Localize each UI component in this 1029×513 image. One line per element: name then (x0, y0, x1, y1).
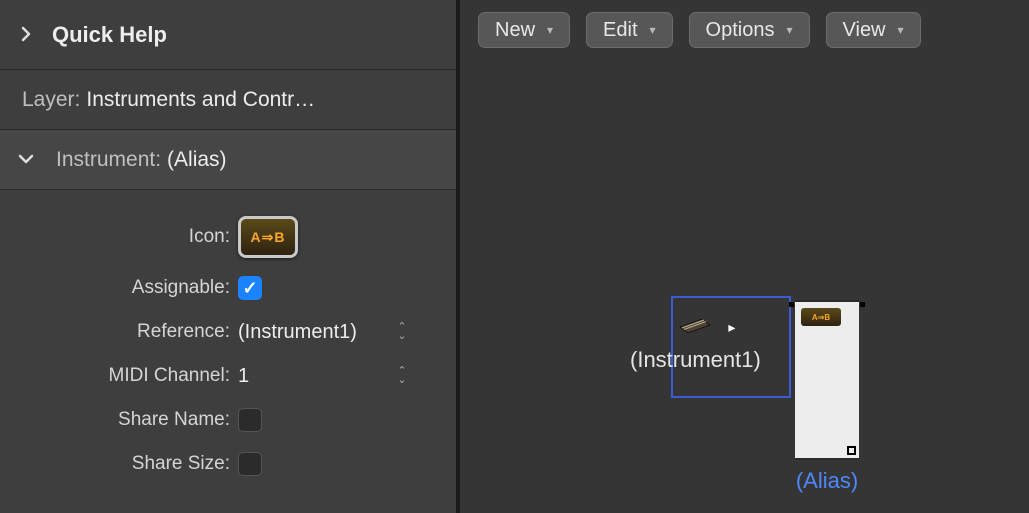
assignable-checkbox[interactable]: ✓ (238, 276, 262, 300)
quick-help-title: Quick Help (52, 22, 167, 48)
toolbar: New ▾ Edit ▾ Options ▾ View ▾ (460, 0, 1029, 60)
node-label: (Alias) (795, 468, 859, 494)
quick-help-header[interactable]: Quick Help (0, 0, 456, 70)
keyboard-icon: ▸ (678, 315, 712, 337)
environment-panel: New ▾ Edit ▾ Options ▾ View ▾ ▸ (460, 0, 1029, 513)
instrument1-node[interactable]: ▸ (Instrument1) (630, 315, 761, 373)
instrument-value: (Alias) (167, 148, 227, 172)
share-name-checkbox[interactable] (238, 408, 262, 432)
node-label: (Instrument1) (630, 347, 761, 373)
button-label: View (843, 19, 886, 42)
output-port-icon (847, 446, 856, 455)
prop-icon-row: Icon: A⇒B (0, 208, 456, 266)
chevron-down-icon (18, 147, 42, 173)
chevron-down-icon: ▾ (786, 23, 792, 37)
port-icon (860, 302, 865, 307)
instrument-section-header[interactable]: Instrument: (Alias) (0, 130, 456, 190)
edit-button[interactable]: Edit ▾ (586, 12, 673, 48)
prop-reference-row: Reference: (Instrument1) ⌃ ⌄ (0, 310, 456, 354)
prop-label: Reference: (0, 321, 230, 343)
input-port-icon (789, 302, 794, 307)
chevron-down-icon: ⌄ (397, 376, 406, 385)
output-triangle-icon: ▸ (728, 319, 735, 336)
midi-channel-value[interactable]: 1 (238, 365, 249, 388)
layer-label: Layer: (22, 88, 80, 112)
new-button[interactable]: New ▾ (478, 12, 570, 48)
share-size-checkbox[interactable] (238, 452, 262, 476)
options-button[interactable]: Options ▾ (689, 12, 810, 48)
button-label: Edit (603, 19, 637, 42)
button-label: Options (706, 19, 775, 42)
midi-channel-stepper[interactable]: ⌃ ⌄ (393, 365, 411, 387)
chevron-down-icon: ▾ (547, 23, 553, 37)
prop-midi-channel-row: MIDI Channel: 1 ⌃ ⌄ (0, 354, 456, 398)
prop-label: Icon: (0, 226, 230, 248)
layer-value: Instruments and Contr… (86, 88, 315, 112)
inspector-panel: Quick Help Layer: Instruments and Contr…… (0, 0, 460, 513)
chevron-down-icon: ▾ (650, 23, 656, 37)
prop-share-name-row: Share Name: (0, 398, 456, 442)
alias-ab-icon: A⇒B (801, 308, 841, 326)
prop-label: Share Name: (0, 409, 230, 431)
reference-value[interactable]: (Instrument1) (238, 321, 357, 344)
button-label: New (495, 19, 535, 42)
instrument-label: Instrument: (56, 148, 161, 172)
layer-row[interactable]: Layer: Instruments and Contr… (0, 70, 456, 130)
prop-label: Share Size: (0, 453, 230, 475)
alias-node[interactable]: A⇒B (Alias) (795, 300, 859, 494)
environment-canvas[interactable]: ▸ (Instrument1) A⇒B (Alias) (460, 60, 1029, 513)
prop-share-size-row: Share Size: (0, 442, 456, 486)
reference-stepper[interactable]: ⌃ ⌄ (393, 321, 411, 343)
properties-list: Icon: A⇒B Assignable: ✓ Reference: (Inst… (0, 190, 456, 486)
prop-label: Assignable: (0, 277, 230, 299)
alias-object-body[interactable]: A⇒B (795, 300, 859, 460)
chevron-right-icon (18, 23, 42, 47)
view-button[interactable]: View ▾ (826, 12, 921, 48)
chevron-down-icon: ▾ (898, 23, 904, 37)
chevron-down-icon: ⌄ (397, 332, 406, 341)
prop-label: MIDI Channel: (0, 365, 230, 387)
prop-assignable-row: Assignable: ✓ (0, 266, 456, 310)
alias-ab-icon[interactable]: A⇒B (238, 216, 298, 258)
